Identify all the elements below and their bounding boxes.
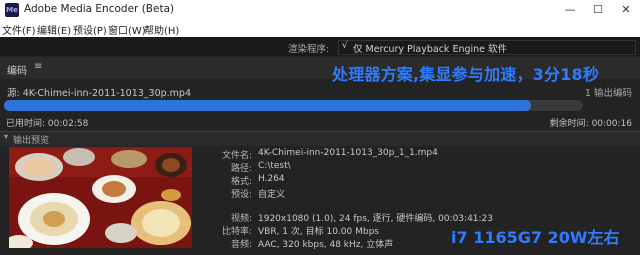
remaining-time: 剩余时间: 00:00:16 [549, 119, 632, 129]
encoding-panel-title: 编码 [7, 66, 27, 77]
output-count: 1 输出编码 [584, 88, 632, 99]
preset-label: 预设: [230, 190, 252, 200]
video-value: 1920x1080 (1.0), 24 fps, 逐行, 硬件编码, 00:03… [258, 214, 494, 224]
format-value: H.264 [258, 174, 285, 184]
annotation-overlay-bottom: i7 1165G7 20W左右 [451, 228, 620, 247]
renderer-bar: 渲染程序: √ 仅 Mercury Playback Engine 软件 [0, 37, 640, 56]
output-preview-header[interactable]: ▾ 输出预览 [0, 131, 640, 146]
chevron-down-icon[interactable]: ▾ [4, 132, 8, 141]
media-encoder-app-icon: Me [5, 3, 19, 17]
panel-menu-icon[interactable]: ≡ [34, 61, 42, 72]
time-row: 已用时间: 00:02:58 剩余时间: 00:00:16 [0, 115, 640, 129]
menu-window[interactable]: 窗口(W) [108, 22, 146, 37]
renderer-label: 渲染程序: [288, 44, 330, 55]
video-label: 视频: [230, 214, 252, 224]
source-file: 源: 4K-Chimei-inn-2011-1013_30p.mp4 [7, 88, 191, 99]
menu-file[interactable]: 文件(F) [2, 22, 36, 37]
menu-bar: 文件(F) 编辑(E) 预设(P) 窗口(W) 帮助(H) [0, 20, 640, 37]
preset-value: 自定义 [258, 190, 286, 200]
renderer-value: 仅 Mercury Playback Engine 软件 [353, 44, 508, 55]
bitrate-label: 比特率: [221, 227, 252, 237]
menu-help[interactable]: 帮助(H) [144, 22, 179, 37]
maximize-icon[interactable]: ☐ [584, 0, 612, 20]
check-icon: √ [342, 41, 348, 51]
path-value: C:\test\ [258, 161, 291, 171]
filename-value: 4K-Chimei-inn-2011-1013_30p_1_1.mp4 [258, 148, 438, 158]
output-preview-label: 输出预览 [13, 136, 50, 146]
food-table-image [9, 147, 192, 248]
title-bar: Me Adobe Media Encoder (Beta) — ☐ ✕ [0, 0, 640, 21]
bitrate-value: VBR, 1 次, 目标 10.00 Mbps [258, 227, 379, 237]
job-source-row: 源: 4K-Chimei-inn-2011-1013_30p.mp4 1 输出编… [0, 82, 640, 99]
menu-preset[interactable]: 预设(P) [73, 22, 107, 37]
encode-progress-bar [4, 100, 583, 111]
filename-label: 文件名: [221, 151, 252, 161]
window-title: Adobe Media Encoder (Beta) [24, 3, 175, 15]
minimize-icon[interactable]: — [556, 0, 584, 20]
format-label: 格式: [230, 177, 252, 187]
encode-progress-fill [4, 100, 531, 111]
preview-thumbnail [9, 147, 192, 248]
elapsed-time: 已用时间: 00:02:58 [6, 119, 89, 129]
renderer-select[interactable]: √ 仅 Mercury Playback Engine 软件 [338, 40, 636, 55]
close-icon[interactable]: ✕ [612, 0, 640, 20]
path-label: 路径: [230, 164, 252, 174]
audio-value: AAC, 320 kbps, 48 kHz, 立体声 [258, 240, 394, 250]
menu-edit[interactable]: 编辑(E) [37, 22, 71, 37]
audio-label: 音频: [230, 240, 252, 250]
